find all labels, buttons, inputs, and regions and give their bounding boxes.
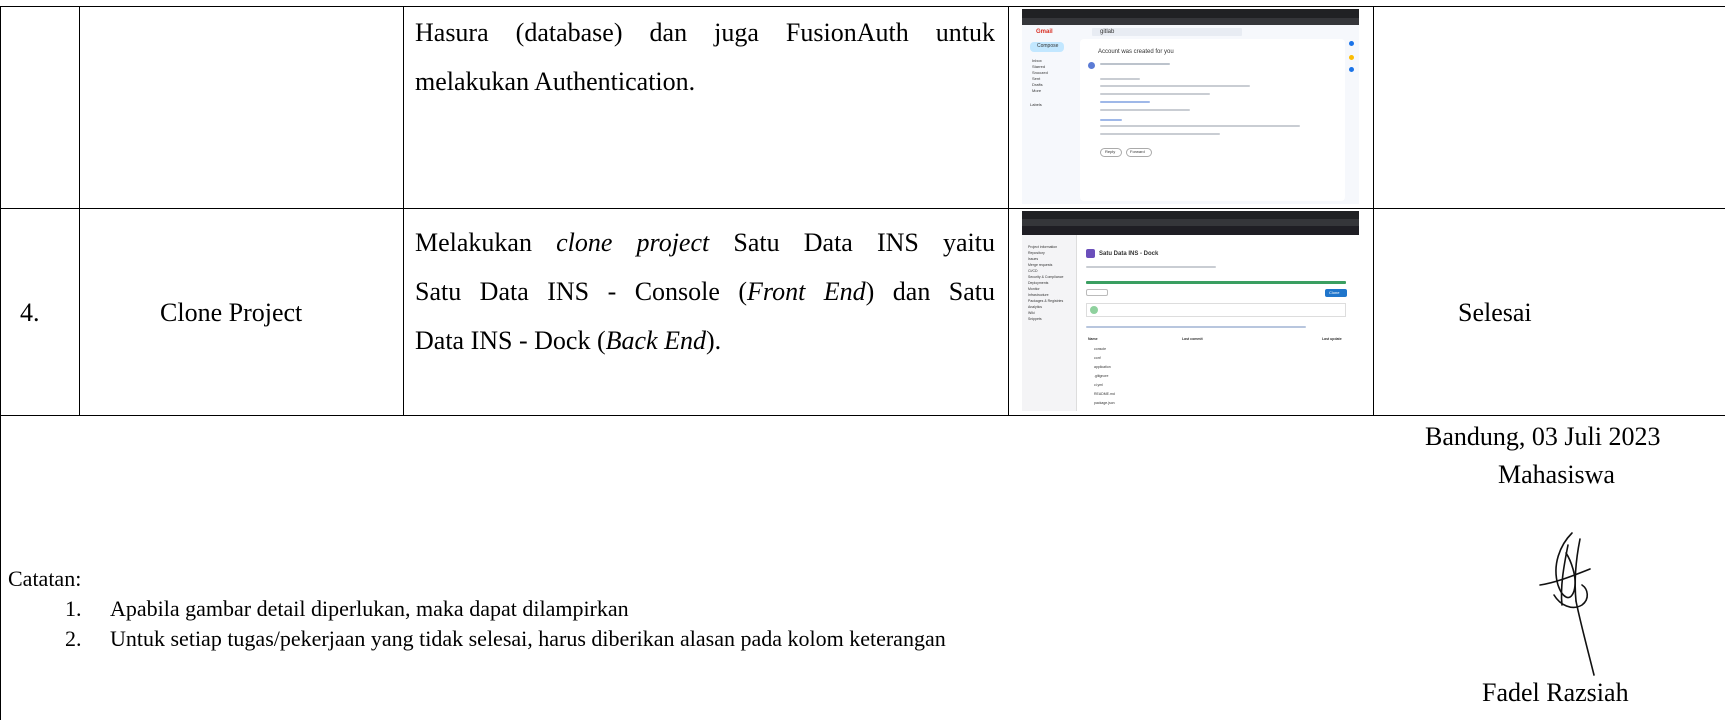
table-line-row-divider — [0, 208, 1725, 209]
reply-label: Reply — [1105, 149, 1116, 154]
mail-subject: Account was created for you — [1098, 49, 1174, 55]
sidebar-packages[interactable]: Packages & Registries — [1028, 299, 1063, 304]
mail-line — [1100, 133, 1220, 135]
sidebar-labels-heading: Labels — [1030, 102, 1042, 107]
tasks-icon[interactable] — [1349, 67, 1354, 72]
signer-role: Mahasiswa — [1498, 460, 1615, 489]
table-line-col3 — [1008, 6, 1009, 416]
files-header-last-commit: Last commit — [1182, 337, 1203, 341]
signer-name: Fadel Razsiah — [1482, 678, 1629, 707]
file-row[interactable]: README.md — [1094, 392, 1115, 397]
sidebar-analytics[interactable]: Analytics — [1028, 305, 1042, 310]
sidebar-monitor[interactable]: Monitor — [1028, 287, 1040, 292]
sidebar-inbox[interactable]: Inbox — [1032, 59, 1042, 63]
last-commit-box — [1086, 303, 1346, 317]
file-row[interactable]: application — [1094, 365, 1111, 370]
table-line-bottom — [0, 415, 1725, 416]
files-header-last-update: Last update — [1322, 337, 1342, 341]
row2-description-line2: Satu Data INS - Console (Front End) dan … — [415, 277, 995, 306]
gitlab-top-nav — [1022, 226, 1359, 235]
mail-line — [1100, 85, 1250, 87]
gmail-search-input[interactable] — [1092, 28, 1242, 36]
gmail-screenshot: Gmail gitlab Compose Inbox Starred Snooz… — [1022, 9, 1359, 204]
row2-italic-clone-project: clone project — [556, 228, 710, 257]
place-date: Bandung, 03 Juli 2023 — [1425, 422, 1661, 451]
note-2-number: 2. — [65, 626, 82, 651]
sidebar-security[interactable]: Security & Compliance — [1028, 275, 1063, 280]
keep-icon[interactable] — [1349, 55, 1354, 60]
files-header-name: Name — [1088, 337, 1098, 341]
mail-link-line — [1100, 101, 1150, 103]
row1-description: Hasura (database) dan juga FusionAuth un… — [415, 8, 995, 106]
gitlab-screenshot: Project information Repository Issues Me… — [1022, 211, 1359, 411]
calendar-icon[interactable] — [1349, 41, 1354, 46]
table-line-col1 — [79, 6, 80, 416]
table-line-col4 — [1373, 6, 1374, 416]
table-line-col2 — [403, 6, 404, 416]
table-line-left — [0, 6, 1, 720]
project-stats — [1086, 266, 1216, 268]
row2-number: 4. — [20, 298, 40, 327]
sidebar-sent[interactable]: Sent — [1032, 77, 1040, 81]
sidebar-infrastructure[interactable]: Infrastructure — [1028, 293, 1049, 298]
mail-link-line — [1100, 119, 1122, 121]
row2-description-line1: Melakukan clone project Satu Data INS ya… — [415, 228, 996, 257]
mail-line — [1100, 63, 1170, 65]
gmail-search-text: gitlab — [1100, 29, 1115, 35]
row2-italic-front-end: Front End — [747, 277, 866, 306]
note-1-text: Apabila gambar detail diperlukan, maka d… — [110, 596, 629, 621]
clone-button-label: Clone — [1329, 290, 1340, 295]
sidebar-more[interactable]: More — [1032, 89, 1041, 93]
sidebar-merge-requests[interactable]: Merge requests — [1028, 263, 1052, 268]
row2-italic-back-end: Back End — [605, 326, 706, 355]
project-progress — [1086, 281, 1346, 284]
sidebar-wiki[interactable]: Wiki — [1028, 311, 1035, 316]
sidebar-deployments[interactable]: Deployments — [1028, 281, 1048, 286]
mail-line — [1100, 125, 1300, 127]
browser-address-bar — [1022, 18, 1359, 25]
action-links — [1086, 326, 1306, 328]
file-row[interactable]: conf — [1094, 356, 1101, 361]
commit-avatar-icon — [1090, 306, 1098, 314]
sidebar-drafts[interactable]: Drafts — [1032, 83, 1043, 87]
row1-description-line2: melakukan Authentication. — [415, 67, 696, 96]
sidebar-cicd[interactable]: CI/CD — [1028, 269, 1038, 274]
sidebar-repository[interactable]: Repository — [1028, 251, 1045, 256]
table-line-top — [0, 6, 1725, 7]
mail-line — [1100, 93, 1210, 95]
mail-line — [1100, 78, 1140, 80]
project-avatar-icon — [1086, 249, 1095, 258]
sender-avatar-icon — [1088, 62, 1095, 69]
row2-description: Melakukan clone project Satu Data INS ya… — [415, 218, 995, 365]
browser-address-bar — [1022, 219, 1359, 226]
note-1-number: 1. — [65, 596, 82, 621]
row2-description-line3: Data INS - Dock (Back End). — [415, 326, 722, 355]
file-row[interactable]: ci.yml — [1094, 383, 1103, 388]
gmail-logo: Gmail — [1036, 29, 1053, 35]
note-2-text: Untuk setiap tugas/pekerjaan yang tidak … — [110, 626, 946, 651]
row2-status: Selesai — [1458, 298, 1532, 327]
notes-heading: Catatan: — [8, 566, 82, 591]
sidebar-project-information[interactable]: Project information — [1028, 245, 1057, 250]
file-row[interactable]: .gitignore — [1094, 374, 1108, 379]
mail-line — [1100, 109, 1190, 111]
sidebar-snippets[interactable]: Snippets — [1028, 317, 1042, 322]
project-title: Satu Data INS - Dock — [1099, 251, 1159, 257]
browser-tab-bar — [1022, 9, 1359, 18]
file-row[interactable]: package.json — [1094, 401, 1115, 406]
browser-tab-bar — [1022, 211, 1359, 219]
branch-selector[interactable] — [1086, 289, 1108, 296]
compose-label: Compose — [1037, 43, 1059, 49]
row1-description-line1: Hasura (database) dan juga FusionAuth un… — [415, 18, 995, 47]
sidebar-starred[interactable]: Starred — [1032, 65, 1045, 69]
row2-task: Clone Project — [160, 298, 303, 327]
sidebar-issues[interactable]: Issues — [1028, 257, 1038, 262]
sidebar-snoozed[interactable]: Snoozed — [1032, 71, 1048, 75]
forward-label: Forward — [1130, 149, 1145, 154]
file-row[interactable]: console — [1094, 347, 1106, 352]
signature-image — [1539, 532, 1595, 676]
